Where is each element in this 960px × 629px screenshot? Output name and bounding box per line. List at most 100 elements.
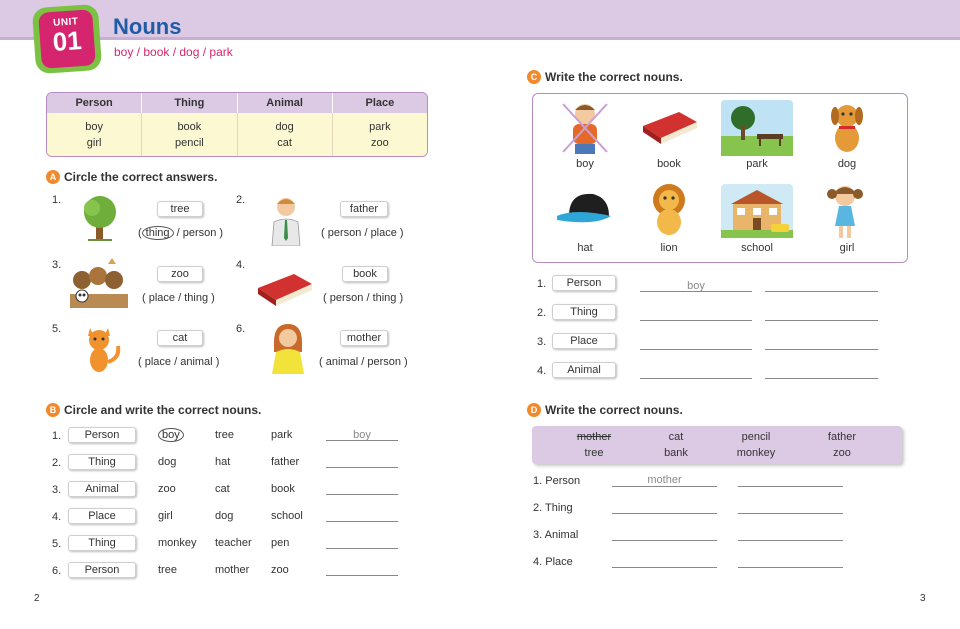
word-option[interactable]: father	[271, 456, 299, 468]
row-number: 4.	[537, 365, 547, 377]
row-label: 2. Thing	[533, 502, 573, 514]
word-option[interactable]: dog	[215, 510, 233, 522]
mother-picture	[272, 324, 304, 374]
answer-line[interactable]	[640, 291, 752, 292]
row-number: 2.	[52, 457, 62, 469]
category-box: Thing	[68, 454, 136, 470]
page-title: Nouns	[113, 14, 182, 39]
page-subtitle: boy / book / dog / park	[114, 45, 233, 59]
answer-line[interactable]	[326, 575, 398, 576]
picture-label: hat	[577, 242, 593, 254]
choice-group: ( person / place )	[321, 227, 404, 239]
category-box: Person	[68, 562, 136, 578]
word-option[interactable]: dog	[158, 456, 176, 468]
table-header-animal: Animal	[238, 93, 333, 113]
category-box: Place	[68, 508, 136, 524]
answer-line[interactable]	[765, 349, 878, 350]
choice-option[interactable]: person	[367, 356, 401, 368]
section-b-letter: B	[46, 403, 60, 417]
row-number: 1.	[52, 430, 62, 442]
dog-picture	[831, 105, 863, 152]
row-number: 2.	[537, 307, 547, 319]
choice-option[interactable]: animal	[180, 356, 212, 368]
word-box: father	[340, 201, 388, 217]
choice-option[interactable]: thing	[184, 292, 208, 304]
row-label: 1. Person	[533, 475, 581, 487]
answer-line[interactable]	[765, 320, 878, 321]
choice-option[interactable]: place	[149, 292, 175, 304]
choice-group: (thing / person )	[138, 226, 224, 240]
answer-line[interactable]	[738, 486, 843, 487]
hat-picture	[557, 193, 611, 223]
word-option[interactable]: mother	[215, 564, 249, 576]
answer-line[interactable]	[640, 349, 752, 350]
row-number: 6.	[52, 565, 62, 577]
answer-line[interactable]	[326, 548, 398, 549]
choice-option[interactable]: animal	[326, 356, 358, 368]
answer-line[interactable]	[640, 378, 752, 379]
page-number-right: 3	[920, 593, 926, 604]
word-option[interactable]: boy	[158, 428, 184, 442]
answer-line[interactable]	[326, 440, 398, 441]
section-d-letter: D	[527, 403, 541, 417]
word-option[interactable]: school	[271, 510, 303, 522]
word-option[interactable]: park	[271, 429, 292, 441]
word-bank-item: monkey	[736, 447, 776, 459]
table-cell: book	[177, 121, 202, 133]
word-option[interactable]: tree	[215, 429, 234, 441]
answer-line[interactable]	[640, 320, 752, 321]
choice-option[interactable]: place	[371, 227, 397, 239]
word-option[interactable]: tree	[158, 564, 177, 576]
answer-line[interactable]	[612, 540, 717, 541]
word-option[interactable]: hat	[215, 456, 230, 468]
word-box: book	[342, 266, 388, 282]
unit-badge: UNIT 01	[31, 3, 103, 75]
answer-line[interactable]	[612, 486, 717, 487]
table-cell: zoo	[371, 137, 389, 149]
word-option[interactable]: cat	[215, 483, 230, 495]
table-cell: park	[369, 121, 391, 133]
word-bank-item: father	[827, 431, 857, 443]
choice-group: ( person / thing )	[323, 292, 404, 304]
answer-line[interactable]	[326, 467, 398, 468]
table-cell: dog	[275, 121, 294, 133]
answer-line[interactable]	[326, 494, 398, 495]
word-option[interactable]: teacher	[215, 537, 252, 549]
answer-line[interactable]	[738, 513, 843, 514]
answer-line[interactable]	[738, 567, 843, 568]
choice-option[interactable]: thing	[141, 226, 174, 240]
choice-option[interactable]: person	[330, 292, 364, 304]
table-cell: pencil	[175, 137, 204, 149]
answer-line[interactable]	[612, 567, 717, 568]
word-option[interactable]: zoo	[158, 483, 176, 495]
word-bank-item: bank	[664, 447, 688, 459]
choice-option[interactable]: person	[328, 227, 362, 239]
answer-line[interactable]	[765, 378, 878, 379]
choice-option[interactable]: thing	[373, 292, 397, 304]
tree-picture	[84, 196, 116, 241]
word-option[interactable]: zoo	[271, 564, 289, 576]
choice-option[interactable]: person	[183, 227, 217, 239]
word-option[interactable]: girl	[158, 510, 173, 522]
answer-line[interactable]	[765, 291, 878, 292]
picture-label: boy	[576, 158, 594, 170]
answer-line[interactable]	[326, 521, 398, 522]
word-option[interactable]: monkey	[158, 537, 197, 549]
row-number: 5.	[52, 538, 62, 550]
picture-label: lion	[660, 242, 678, 254]
girl-picture	[827, 186, 863, 238]
book-picture	[258, 274, 312, 306]
park-picture	[721, 100, 793, 156]
answer-line[interactable]	[612, 513, 717, 514]
table-header-place: Place	[365, 97, 395, 109]
answer-line[interactable]	[738, 540, 843, 541]
lion-picture	[653, 184, 685, 235]
word-option[interactable]: pen	[271, 537, 289, 549]
choice-option[interactable]: place	[145, 356, 171, 368]
picture-label: school	[741, 242, 773, 254]
category-box: Animal	[552, 362, 616, 378]
table-header-thing: Thing	[142, 93, 238, 113]
category-box: Place	[552, 333, 616, 349]
picture-label: book	[657, 158, 681, 170]
word-option[interactable]: book	[271, 483, 295, 495]
